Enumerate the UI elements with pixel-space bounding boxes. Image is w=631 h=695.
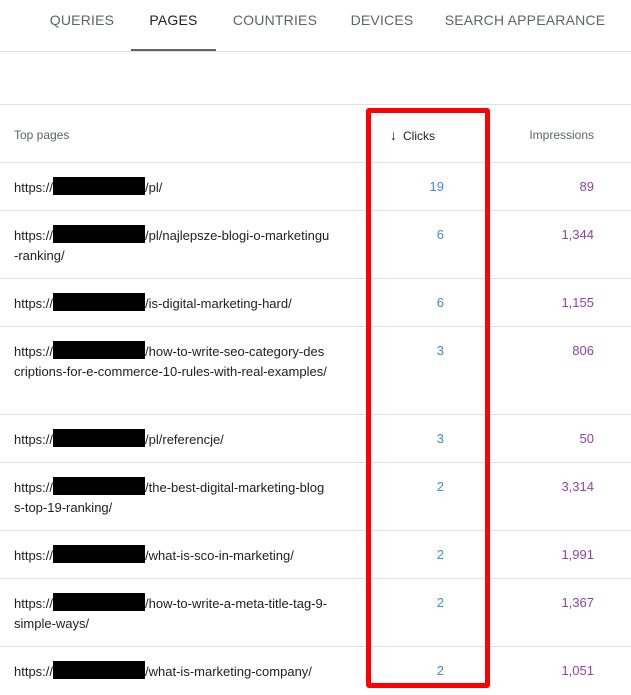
redacted-domain bbox=[53, 177, 146, 195]
arrow-down-icon: ↓ bbox=[390, 127, 397, 143]
tab-countries[interactable]: COUNTRIES bbox=[226, 0, 324, 51]
url-path: /pl/ bbox=[145, 180, 163, 195]
impressions-value: 1,991 bbox=[561, 547, 594, 562]
clicks-header-label: Clicks bbox=[403, 129, 435, 143]
redacted-domain bbox=[53, 661, 146, 679]
url-prefix: https:// bbox=[14, 432, 54, 447]
page-url: https:///the-best-digital-marketing-blog… bbox=[14, 477, 330, 518]
url-prefix: https:// bbox=[14, 548, 54, 563]
clicks-value: 2 bbox=[436, 479, 444, 494]
page-url: https:// /pl/ bbox=[14, 177, 330, 198]
clicks-value: 2 bbox=[436, 663, 444, 678]
url-path: /is-digital-marketing-hard/ bbox=[145, 296, 292, 311]
tab-search-appearance[interactable]: SEARCH APPEARANCE bbox=[440, 0, 610, 51]
table-row[interactable]: https:// /what-is-marketing-company/ 2 1,… bbox=[0, 647, 631, 695]
clicks-value: 3 bbox=[436, 343, 444, 358]
tab-devices[interactable]: DEVICES bbox=[342, 0, 422, 51]
table-row[interactable]: https:///pl/najlepsze-blogi-o-marketingu… bbox=[0, 211, 631, 279]
page-url: https:///pl/najlepsze-blogi-o-marketingu… bbox=[14, 225, 330, 266]
column-header-impressions[interactable]: Impressions bbox=[529, 128, 594, 142]
url-path: /what-is-sco-in-marketing/ bbox=[145, 548, 294, 563]
clicks-value: 2 bbox=[436, 547, 444, 562]
url-prefix: https:// bbox=[14, 480, 54, 495]
clicks-value: 6 bbox=[436, 227, 444, 242]
report-tabs: QUERIES PAGES COUNTRIES DEVICES SEARCH A… bbox=[0, 0, 631, 52]
table-row[interactable]: https:// /is-digital-marketing-hard/ 6 1,… bbox=[0, 279, 631, 327]
impressions-value: 806 bbox=[572, 343, 594, 358]
column-header-clicks[interactable]: ↓ Clicks bbox=[390, 127, 435, 143]
tab-queries[interactable]: QUERIES bbox=[40, 0, 124, 51]
table-row[interactable]: https:///the-best-digital-marketing-blog… bbox=[0, 463, 631, 531]
table-row[interactable]: https:// /what-is-sco-in-marketing/ 2 1,9… bbox=[0, 531, 631, 579]
page-url: https:// /is-digital-marketing-hard/ bbox=[14, 293, 330, 314]
url-prefix: https:// bbox=[14, 596, 54, 611]
table-row[interactable]: https:// /pl/referencje/ 3 50 bbox=[0, 415, 631, 463]
page-url: https:///how-to-write-a-meta-title-tag-9… bbox=[14, 593, 330, 634]
redacted-domain bbox=[53, 429, 146, 447]
impressions-value: 3,314 bbox=[561, 479, 594, 494]
url-prefix: https:// bbox=[14, 180, 54, 195]
page-url: https:///how-to-write-seo-category-descr… bbox=[14, 341, 330, 382]
url-prefix: https:// bbox=[14, 296, 54, 311]
clicks-value: 3 bbox=[436, 431, 444, 446]
url-prefix: https:// bbox=[14, 664, 54, 679]
impressions-value: 89 bbox=[579, 179, 594, 194]
table-row[interactable]: https:///how-to-write-a-meta-title-tag-9… bbox=[0, 579, 631, 647]
page-url: https:// /what-is-marketing-company/ bbox=[14, 661, 330, 682]
clicks-value: 2 bbox=[436, 595, 444, 610]
top-pages-table: Top pages ↓ Clicks Impressions https:///p… bbox=[0, 104, 631, 695]
impressions-value: 1,051 bbox=[561, 663, 594, 678]
url-prefix: https:// bbox=[14, 228, 54, 243]
impressions-value: 1,367 bbox=[561, 595, 594, 610]
clicks-value: 6 bbox=[436, 295, 444, 310]
tab-pages[interactable]: PAGES bbox=[131, 0, 216, 51]
clicks-value: 19 bbox=[429, 179, 444, 194]
impressions-value: 1,344 bbox=[561, 227, 594, 242]
redacted-domain bbox=[53, 477, 146, 495]
redacted-domain bbox=[53, 293, 146, 311]
table-row[interactable]: https:///how-to-write-seo-category-descr… bbox=[0, 327, 631, 415]
url-path: /pl/referencje/ bbox=[145, 432, 224, 447]
column-header-top-pages: Top pages bbox=[14, 128, 70, 142]
redacted-domain bbox=[53, 341, 146, 359]
url-prefix: https:// bbox=[14, 344, 54, 359]
table-row[interactable]: https:// /pl/ 19 89 bbox=[0, 163, 631, 211]
impressions-value: 50 bbox=[579, 431, 594, 446]
impressions-value: 1,155 bbox=[561, 295, 594, 310]
redacted-domain bbox=[53, 545, 146, 563]
redacted-domain bbox=[53, 593, 146, 611]
redacted-domain bbox=[53, 225, 146, 243]
page-url: https:// /pl/referencje/ bbox=[14, 429, 330, 450]
url-path: /what-is-marketing-company/ bbox=[145, 664, 312, 679]
table-header: Top pages ↓ Clicks Impressions bbox=[0, 105, 631, 163]
page-url: https:// /what-is-sco-in-marketing/ bbox=[14, 545, 330, 566]
